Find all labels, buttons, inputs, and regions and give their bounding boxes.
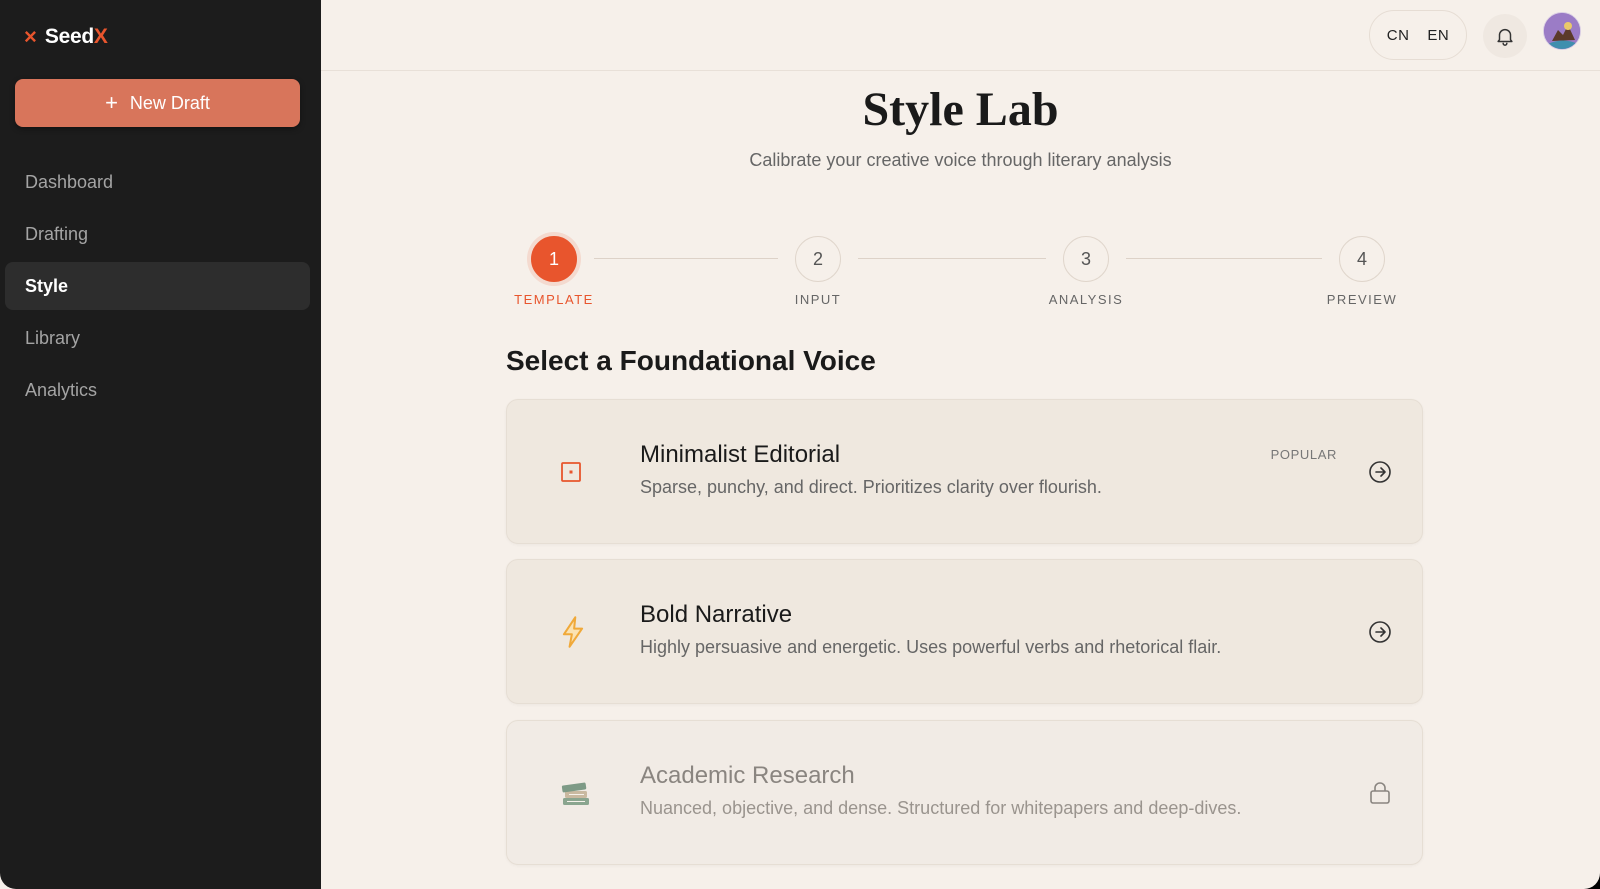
voice-card-minimalist-editorial[interactable]: Minimalist Editorial Sparse, punchy, and… xyxy=(506,399,1423,544)
voice-card-title: Academic Research xyxy=(640,762,855,789)
step-connector xyxy=(594,258,778,259)
step-analysis[interactable]: 3 ANALYSIS xyxy=(1036,236,1136,307)
progress-stepper: 1 TEMPLATE 2 INPUT 3 ANALYSIS 4 PREVIEW xyxy=(504,236,1413,307)
sidebar-item-label: Library xyxy=(25,327,81,348)
step-label: INPUT xyxy=(794,292,842,307)
sidebar-item-style[interactable]: Style xyxy=(5,262,310,310)
new-draft-label: New Draft xyxy=(129,92,210,113)
sidebar-item-label: Style xyxy=(25,275,69,296)
sidebar-nav: Dashboard Drafting Style Library Analyti… xyxy=(5,158,310,418)
notifications-button[interactable] xyxy=(1483,14,1527,58)
sidebar-item-dashboard[interactable]: Dashboard xyxy=(5,158,310,206)
voice-card-description: Sparse, punchy, and direct. Prioritizes … xyxy=(640,477,1102,497)
books-icon xyxy=(559,773,593,813)
step-preview[interactable]: 4 PREVIEW xyxy=(1312,236,1412,307)
app-name: SeedX xyxy=(44,25,108,48)
sidebar-item-analytics[interactable]: Analytics xyxy=(5,366,310,414)
step-connector xyxy=(858,258,1046,259)
step-connector xyxy=(1126,258,1322,259)
voice-card-bold-narrative[interactable]: Bold Narrative Highly persuasive and ene… xyxy=(506,559,1423,704)
logo-mark-icon: × xyxy=(24,24,37,49)
sidebar-item-library[interactable]: Library xyxy=(5,314,310,362)
sidebar: × SeedX + New Draft Dashboard Drafting S… xyxy=(0,0,321,889)
step-number: 3 xyxy=(1063,236,1109,282)
bell-icon xyxy=(1497,28,1513,46)
step-input[interactable]: 2 INPUT xyxy=(768,236,868,307)
language-option-cn[interactable]: CN xyxy=(1387,27,1410,44)
sidebar-item-label: Analytics xyxy=(25,379,98,400)
voice-card-description: Nuanced, objective, and dense. Structure… xyxy=(640,798,1242,818)
step-number: 4 xyxy=(1339,236,1385,282)
page-title: Style Lab xyxy=(862,83,1059,136)
sidebar-item-label: Drafting xyxy=(25,223,89,244)
arrow-right-circle-icon[interactable] xyxy=(1368,620,1392,644)
app-window: × SeedX + New Draft Dashboard Drafting S… xyxy=(0,0,1600,889)
step-template[interactable]: 1 TEMPLATE xyxy=(504,236,604,307)
page-subtitle: Calibrate your creative voice through li… xyxy=(749,150,1172,170)
avatar[interactable] xyxy=(1543,12,1581,50)
sidebar-item-drafting[interactable]: Drafting xyxy=(5,210,310,258)
voice-card-description: Highly persuasive and energetic. Uses po… xyxy=(640,637,1222,657)
voice-card-academic-research: Academic Research Nuanced, objective, an… xyxy=(506,720,1423,865)
plus-icon: + xyxy=(105,90,118,115)
voice-card-title: Minimalist Editorial xyxy=(640,441,841,468)
step-label: TEMPLATE xyxy=(514,292,594,307)
app-logo[interactable]: × SeedX xyxy=(24,24,108,50)
language-switcher: CN EN xyxy=(1369,10,1467,60)
step-number: 2 xyxy=(795,236,841,282)
step-label: PREVIEW xyxy=(1326,292,1398,307)
step-number: 1 xyxy=(531,236,577,282)
arrow-right-circle-icon[interactable] xyxy=(1368,460,1392,484)
section-heading: Select a Foundational Voice xyxy=(506,345,876,376)
step-label: ANALYSIS xyxy=(1048,292,1124,307)
voice-card-title: Bold Narrative xyxy=(640,601,793,628)
sidebar-item-label: Dashboard xyxy=(25,171,114,192)
square-dot-icon xyxy=(559,452,583,492)
lightning-icon xyxy=(559,612,587,652)
popular-badge: POPULAR xyxy=(1270,447,1337,462)
language-option-en[interactable]: EN xyxy=(1427,27,1449,44)
lock-icon xyxy=(1368,781,1392,805)
new-draft-button[interactable]: + New Draft xyxy=(15,79,300,127)
